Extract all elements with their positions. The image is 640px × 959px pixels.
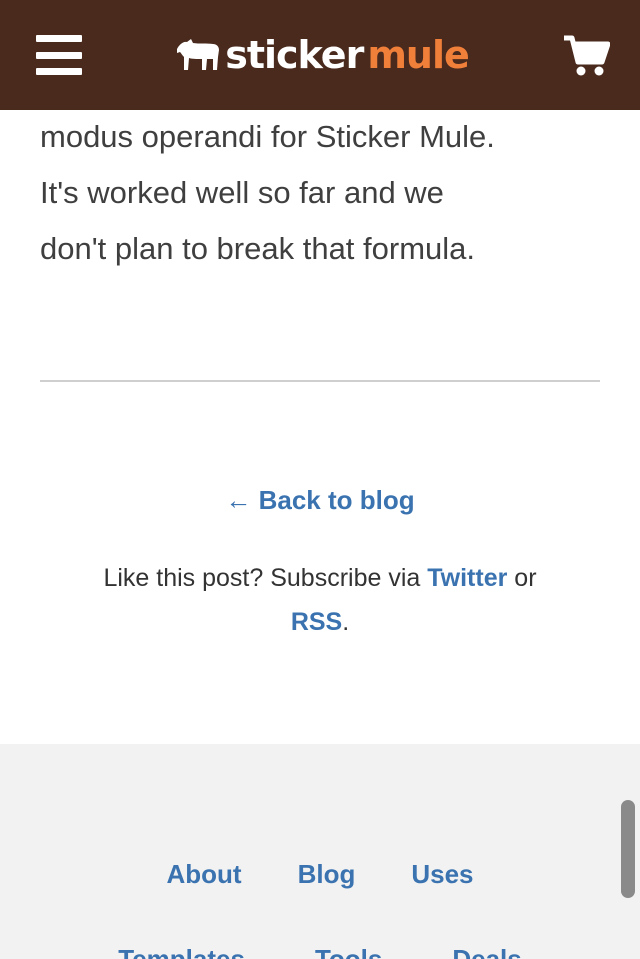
footer-link-templates[interactable]: Templates [118, 941, 245, 959]
hamburger-menu-icon[interactable] [36, 35, 82, 75]
footer-link-deals[interactable]: Deals [452, 941, 521, 959]
subscribe-text: Like this post? Subscribe via Twitter or… [60, 556, 580, 644]
body-line-1: modus operandi for Sticker Mule. [40, 119, 495, 154]
logo-text-sticker: sticker [225, 33, 364, 77]
footer-link-about[interactable]: About [166, 856, 241, 892]
shopping-cart-icon[interactable] [562, 33, 610, 77]
blog-post-body: modus operandi for Sticker Mule. It's wo… [40, 110, 600, 278]
subscribe-period: . [342, 608, 350, 636]
rss-link[interactable]: RSS [291, 608, 342, 636]
top-navigation-bar: sticker mule [0, 0, 640, 110]
subscribe-or: or [507, 564, 537, 592]
body-line-3: don't plan to break that formula. [40, 231, 476, 266]
mule-icon [177, 39, 220, 70]
twitter-link[interactable]: Twitter [427, 564, 507, 592]
page-scrollbar[interactable] [621, 800, 635, 898]
site-footer: About Blog Uses Templates Tools Deals [0, 744, 640, 959]
body-line-2: It's worked well so far and we [40, 175, 444, 210]
sticker-mule-logo[interactable]: sticker mule [175, 25, 470, 85]
footer-links-second-row: Templates Tools Deals [0, 941, 640, 959]
footer-link-tools[interactable]: Tools [315, 941, 382, 959]
footer-links: About Blog Uses [0, 856, 640, 892]
footer-link-uses[interactable]: Uses [411, 856, 473, 892]
logo-text-mule: mule [367, 33, 469, 77]
section-divider [40, 380, 600, 382]
back-to-blog-link[interactable]: ← Back to blog [0, 482, 640, 518]
footer-link-blog[interactable]: Blog [298, 856, 356, 892]
subscribe-prefix: Like this post? Subscribe via [103, 564, 428, 592]
